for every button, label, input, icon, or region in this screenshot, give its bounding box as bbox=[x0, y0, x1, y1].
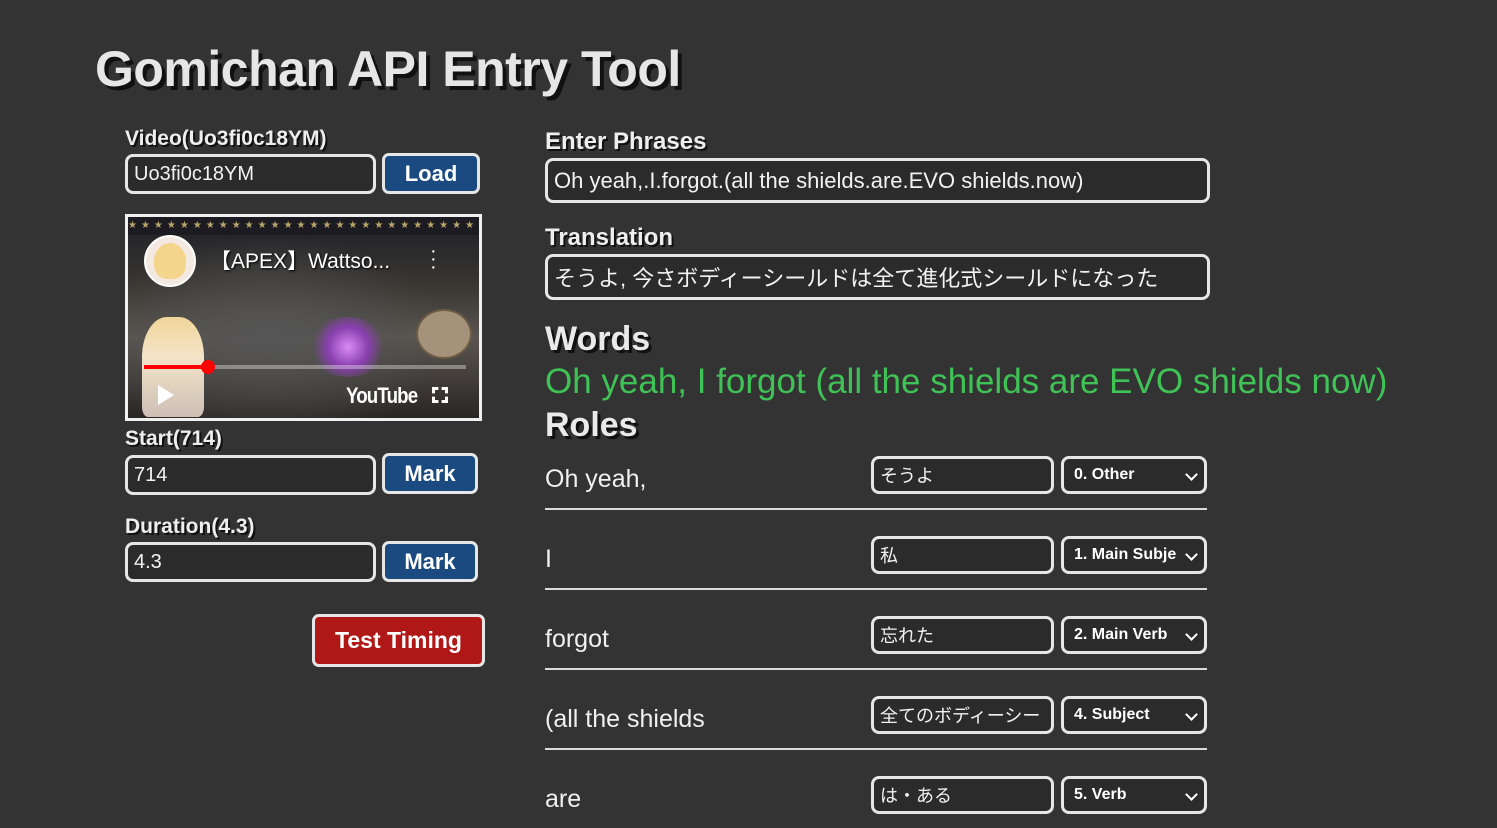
role-select[interactable]: 2. Main Verb bbox=[1061, 616, 1207, 654]
role-row: (all the shields 4. Subject bbox=[545, 688, 1207, 750]
chevron-down-icon bbox=[1185, 708, 1198, 721]
role-word: Oh yeah, bbox=[545, 465, 647, 493]
role-translation-input[interactable] bbox=[871, 696, 1054, 734]
role-row: Oh yeah, 0. Other bbox=[545, 448, 1207, 510]
role-row: forgot 2. Main Verb bbox=[545, 608, 1207, 670]
duration-input[interactable] bbox=[125, 542, 376, 582]
chevron-down-icon bbox=[1185, 628, 1198, 641]
start-label: Start(714) bbox=[125, 427, 222, 450]
role-select[interactable]: 0. Other bbox=[1061, 456, 1207, 494]
role-word: I bbox=[545, 545, 552, 573]
role-select-value: 2. Main Verb bbox=[1074, 626, 1168, 643]
duration-label: Duration(4.3) bbox=[125, 515, 255, 538]
role-select-value: 5. Verb bbox=[1074, 786, 1127, 803]
role-select-value: 0. Other bbox=[1074, 466, 1135, 483]
more-options-icon[interactable]: · · · bbox=[430, 241, 437, 277]
phrases-input[interactable] bbox=[545, 158, 1210, 203]
progress-fill bbox=[144, 365, 209, 369]
channel-avatar[interactable] bbox=[144, 235, 196, 287]
phrases-label: Enter Phrases bbox=[545, 128, 707, 155]
video-label: Video(Uo3fi0c18YM) bbox=[125, 127, 327, 150]
chevron-down-icon bbox=[1185, 788, 1198, 801]
role-select[interactable]: 1. Main Subje bbox=[1061, 536, 1207, 574]
role-word: (all the shields bbox=[545, 705, 705, 733]
roles-heading: Roles bbox=[545, 406, 638, 444]
video-frame-decor: ★★★★★★★★★★★★★★★★★★★★★★★★★★★★ bbox=[128, 217, 479, 235]
video-title[interactable]: 【APEX】Wattso... bbox=[210, 245, 390, 275]
role-select-value: 4. Subject bbox=[1074, 706, 1150, 723]
role-row: I 1. Main Subje bbox=[545, 528, 1207, 590]
youtube-logo[interactable]: YouTube bbox=[346, 383, 418, 409]
role-translation-input[interactable] bbox=[871, 456, 1054, 494]
video-player[interactable]: ★★★★★★★★★★★★★★★★★★★★★★★★★★★★ 【APEX】Watts… bbox=[125, 214, 482, 421]
video-id-input[interactable] bbox=[125, 154, 376, 194]
role-translation-input[interactable] bbox=[871, 776, 1054, 814]
duration-mark-button[interactable]: Mark bbox=[382, 541, 478, 582]
translation-input[interactable] bbox=[545, 254, 1210, 300]
role-row: are 5. Verb bbox=[545, 768, 1207, 828]
load-button[interactable]: Load bbox=[382, 153, 480, 194]
progress-bar[interactable] bbox=[144, 360, 466, 374]
test-timing-button[interactable]: Test Timing bbox=[312, 614, 485, 667]
role-select[interactable]: 4. Subject bbox=[1061, 696, 1207, 734]
page-title: Gomichan API Entry Tool bbox=[95, 41, 681, 97]
start-mark-button[interactable]: Mark bbox=[382, 453, 478, 494]
role-translation-input[interactable] bbox=[871, 616, 1054, 654]
role-select-value: 1. Main Subje bbox=[1074, 546, 1177, 563]
role-word: forgot bbox=[545, 625, 609, 653]
chevron-down-icon bbox=[1185, 468, 1198, 481]
words-heading: Words bbox=[545, 320, 651, 358]
role-translation-input[interactable] bbox=[871, 536, 1054, 574]
chevron-down-icon bbox=[1185, 548, 1198, 561]
start-input[interactable] bbox=[125, 455, 376, 495]
words-sentence: Oh yeah, I forgot (all the shields are E… bbox=[545, 362, 1388, 401]
translation-label: Translation bbox=[545, 224, 674, 251]
mascot-image bbox=[416, 309, 472, 359]
play-icon[interactable] bbox=[158, 385, 174, 405]
role-select[interactable]: 5. Verb bbox=[1061, 776, 1207, 814]
role-word: are bbox=[545, 785, 582, 813]
